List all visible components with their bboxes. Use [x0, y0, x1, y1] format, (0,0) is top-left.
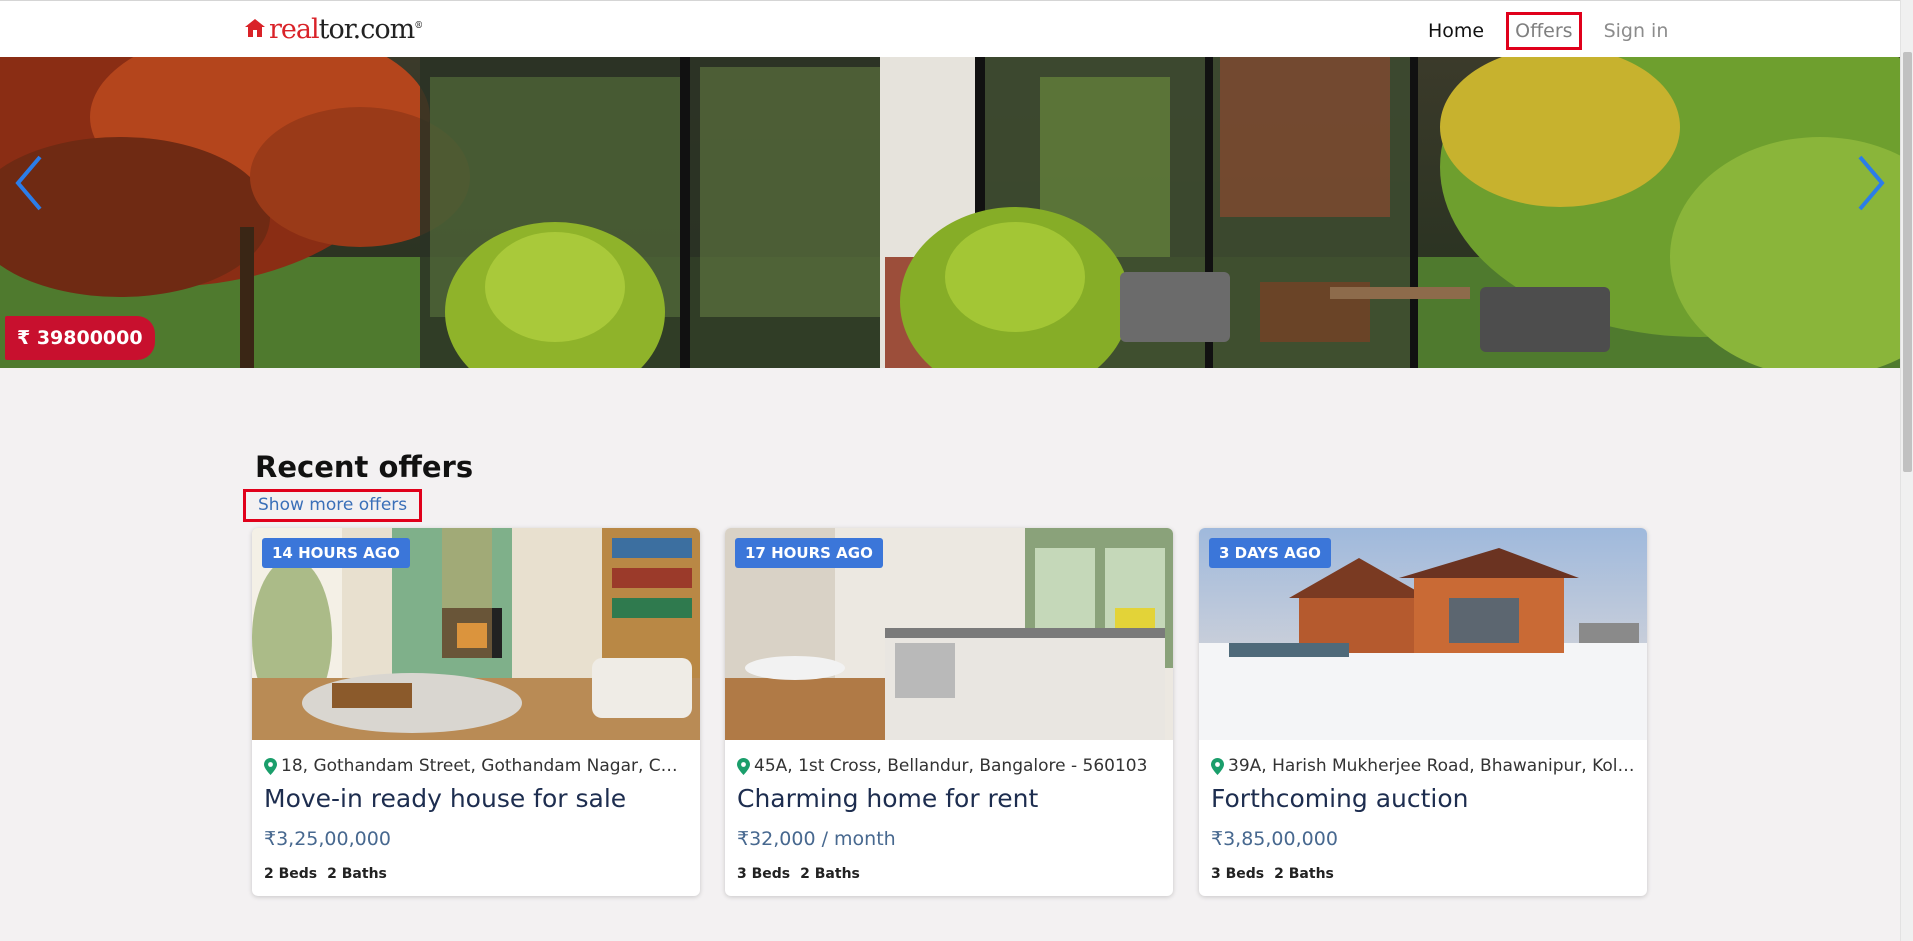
listing-meta: 3 Beds 2 Baths	[1211, 866, 1344, 882]
listing-title[interactable]: Forthcoming auction	[1211, 784, 1469, 813]
recent-offers-heading: Recent offers	[255, 450, 474, 484]
navbar: realtor.com® Home Offers Sign in	[0, 0, 1900, 57]
house-logo-icon	[245, 19, 265, 37]
listing-beds: 3 Beds	[1211, 866, 1265, 882]
listing-title[interactable]: Charming home for rent	[737, 784, 1038, 813]
brand-logo[interactable]: realtor.com®	[244, 13, 423, 45]
listing-image: 14 HOURS AGO	[252, 528, 700, 740]
listing-address: 18, Gothandam Street, Gothandam Nagar, C…	[264, 756, 688, 776]
listing-title[interactable]: Move-in ready house for sale	[264, 784, 626, 813]
hero-image	[0, 57, 1900, 368]
listing-meta: 3 Beds 2 Baths	[737, 866, 870, 882]
listing-card[interactable]: 3 DAYS AGO 39A, Harish Mukherjee Road, B…	[1199, 528, 1647, 896]
listing-beds: 3 Beds	[737, 866, 791, 882]
listing-price: ₹3,85,00,000	[1211, 828, 1338, 850]
listing-age-badge: 17 HOURS AGO	[735, 538, 883, 568]
hero-price-tag: ₹ 39800000	[5, 316, 155, 360]
listing-baths: 2 Baths	[1274, 866, 1334, 882]
listing-age-badge: 14 HOURS AGO	[262, 538, 410, 568]
scrollbar-thumb[interactable]	[1903, 52, 1912, 472]
location-pin-icon	[1211, 757, 1224, 775]
listing-card[interactable]: 14 HOURS AGO 18, Gothandam Street, Gotha…	[252, 528, 700, 896]
nav-home-link[interactable]: Home	[1420, 13, 1492, 49]
listing-image: 3 DAYS AGO	[1199, 528, 1647, 740]
listing-beds: 2 Beds	[264, 866, 318, 882]
listing-price: ₹32,000 / month	[737, 828, 896, 850]
hero-carousel: ₹ 39800000	[0, 57, 1900, 368]
page-scrollbar[interactable]	[1900, 0, 1913, 941]
nav-links: Home Offers Sign in	[1420, 12, 1677, 50]
listing-address: 45A, 1st Cross, Bellandur, Bangalore - 5…	[737, 756, 1161, 776]
show-more-offers-link[interactable]: Show more offers	[243, 489, 423, 522]
brand-wordmark: realtor.com®	[269, 14, 423, 45]
carousel-prev-icon[interactable]	[12, 151, 48, 215]
carousel-next-icon[interactable]	[1852, 151, 1888, 215]
listing-meta: 2 Beds 2 Baths	[264, 866, 397, 882]
location-pin-icon	[264, 757, 277, 775]
listing-baths: 2 Baths	[327, 866, 387, 882]
listing-price: ₹3,25,00,000	[264, 828, 391, 850]
listing-image: 17 HOURS AGO	[725, 528, 1173, 740]
nav-offers-link[interactable]: Offers	[1506, 12, 1582, 50]
listing-age-badge: 3 DAYS AGO	[1209, 538, 1331, 568]
nav-signin-link[interactable]: Sign in	[1596, 13, 1677, 49]
listing-address: 39A, Harish Mukherjee Road, Bhawanipur, …	[1211, 756, 1635, 776]
listing-card[interactable]: 17 HOURS AGO 45A, 1st Cross, Bellandur, …	[725, 528, 1173, 896]
location-pin-icon	[737, 757, 750, 775]
listing-baths: 2 Baths	[800, 866, 860, 882]
